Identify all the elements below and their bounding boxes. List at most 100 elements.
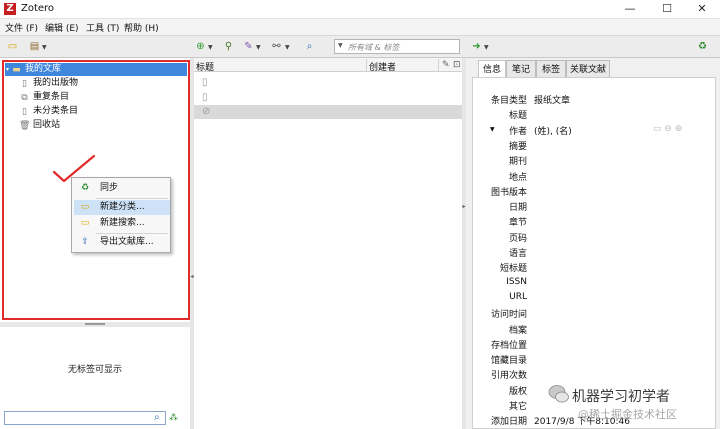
field-value[interactable]: 报纸文章 [534, 93, 570, 106]
library-item-my-library[interactable]: ▾ ▬ 我的文库 [5, 63, 187, 76]
new-collection-icon[interactable]: ▭ [6, 40, 19, 53]
field-label: 地点 [508, 173, 527, 183]
newspaper-icon: ⊘ [202, 106, 211, 117]
library-tree: ▾ ▬ 我的文库 ▯ 我的出版物 ⧉ 重复条目 ▯ 未分类条目 🗑 回收站 ♻ 同步 ▭ 新… [2, 60, 190, 320]
new-item-icon[interactable]: ⊕ [194, 40, 207, 53]
field-label: 语言 [508, 249, 527, 259]
unfiled-icon: ▯ [22, 107, 27, 117]
menu-separator [96, 233, 168, 234]
chevron-down-icon[interactable]: ▼ [484, 44, 489, 51]
add-by-identifier-icon[interactable]: ⚲ [222, 40, 235, 53]
field-label: 作者 [508, 127, 527, 137]
creator-actions-icon[interactable]: ▭ ⊖ ⊕ [653, 124, 682, 134]
column-separator[interactable] [438, 59, 439, 71]
toolbar: ▭ ▤ ▼ ⊕ ▼ ⚲ ✎ ▼ ⚯ ▼ ⌕ ▼ 所有域 & 标签 ➜ ▼ ♻ [0, 36, 720, 58]
tab-notes[interactable]: 笔记 [506, 60, 536, 78]
column-picker-icon[interactable]: ⊡ [453, 60, 461, 70]
library-item-publications[interactable]: ▯ 我的出版物 [19, 77, 78, 90]
field-label: 摘要 [508, 142, 527, 152]
chevron-down-icon[interactable]: ▼ [256, 44, 261, 51]
watermark: 机器学习初学者 @稀土掘金技术社区 [548, 384, 720, 424]
item-row[interactable]: ▯ [194, 91, 462, 105]
export-icon: ⇪ [81, 237, 89, 247]
library-item-duplicates[interactable]: ⧉ 重复条目 [19, 91, 69, 104]
menu-bar: 文件 (F) 编辑 (E) 工具 (T) 帮助 (H) [0, 19, 720, 36]
tab-related[interactable]: 关联文献 [566, 60, 610, 78]
splitter-grip[interactable] [85, 323, 105, 325]
field-label: 条目类型 [490, 96, 527, 106]
context-item-new-collection[interactable]: ▭ 新建分类... [74, 200, 170, 215]
field-label: URL [509, 292, 527, 302]
field-label: 图书版本 [490, 188, 527, 198]
locate-arrow-icon[interactable]: ➜ [470, 40, 483, 53]
field-label: 访问时间 [490, 310, 527, 320]
tag-actions-icon[interactable]: ⁂ [169, 411, 181, 425]
field-value[interactable]: (姓), (名) [534, 124, 572, 137]
chevron-down-icon[interactable]: ▼ [42, 44, 47, 51]
collapse-icon[interactable]: ▾ [6, 66, 9, 73]
library-item-trash[interactable]: 🗑 回收站 [19, 119, 60, 132]
field-label: 其它 [508, 402, 527, 412]
context-item-new-search[interactable]: ▭ 新建搜索... [74, 216, 170, 231]
new-search-icon: ▭ [80, 218, 90, 228]
field-label: 章节 [508, 218, 527, 228]
items-column-header: 标题 创建者 ✎ ⊡ [194, 58, 462, 73]
attachment-column-icon[interactable]: ✎ [442, 60, 450, 70]
items-pane: 标题 创建者 ✎ ⊡ ▯ ▯ ⊘ [194, 58, 462, 429]
new-collection-icon: ▭ [80, 202, 90, 212]
tag-selector-empty-text: 无标签可显示 [67, 365, 122, 375]
new-library-icon[interactable]: ▤ [28, 40, 41, 53]
menu-edit[interactable]: 编辑 (E) [45, 21, 79, 34]
library-item-unfiled[interactable]: ▯ 未分类条目 [19, 105, 78, 118]
document-icon: ▯ [202, 92, 208, 103]
field-label: 标题 [508, 111, 527, 121]
creator-type-dropdown-icon[interactable]: ▼ [490, 126, 495, 133]
new-note-icon[interactable]: ✎ [242, 40, 255, 53]
menu-separator [96, 198, 168, 199]
menu-tools[interactable]: 工具 (T) [86, 21, 119, 34]
collections-pane: ▾ ▬ 我的文库 ▯ 我的出版物 ⧉ 重复条目 ▯ 未分类条目 🗑 回收站 ♻ 同步 ▭ 新… [0, 58, 190, 429]
library-icon: ▬ [12, 65, 21, 75]
menu-help[interactable]: 帮助 (H) [124, 21, 159, 34]
watermark-text: 机器学习初学者 [572, 389, 670, 405]
context-item-export-library[interactable]: ⇪ 导出文献库... [74, 235, 170, 250]
context-item-sync[interactable]: ♻ 同步 [74, 181, 170, 196]
field-label: 页码 [508, 234, 527, 244]
attachment-icon[interactable]: ⚯ [270, 40, 283, 53]
field-label: 馆藏目录 [490, 356, 527, 366]
maximize-button[interactable]: ☐ [649, 0, 685, 19]
search-input[interactable]: ▼ 所有域 & 标签 [334, 39, 460, 54]
tab-info[interactable]: 信息 [478, 60, 506, 78]
tab-tags[interactable]: 标签 [536, 60, 566, 78]
field-label: 版权 [508, 387, 527, 397]
search-mode-dropdown-icon[interactable]: ▼ [338, 42, 343, 49]
item-pane: 信息 笔记 标签 关联文献 条目类型 报纸文章 标题作者 ▼ ▭ ⊖ ⊕ (姓), (名)… [466, 58, 720, 429]
field-label: 期刊 [508, 157, 527, 167]
advanced-search-icon[interactable]: ⌕ [303, 40, 316, 53]
tag-filter-input[interactable] [4, 411, 166, 425]
publications-icon: ▯ [22, 79, 27, 89]
info-panel: 条目类型 报纸文章 标题 作者 ▼ ▭ ⊖ ⊕ (姓), (名) 摘要 期刊 地点 图书版本 日期 章节… [472, 77, 716, 429]
sync-icon[interactable]: ♻ [696, 40, 709, 53]
column-separator[interactable] [366, 59, 367, 71]
column-title[interactable]: 标题 [196, 60, 214, 73]
field-label: 短标题 [499, 264, 527, 274]
document-icon: ▯ [202, 77, 208, 88]
field-label: ISSN [506, 277, 527, 287]
search-icon[interactable]: ⌕ [154, 411, 166, 425]
menu-file[interactable]: 文件 (F) [5, 21, 38, 34]
field-label: 添加日期 [490, 417, 527, 427]
trash-icon: 🗑 [19, 121, 31, 131]
item-tabs: 信息 笔记 标签 关联文献 [472, 60, 714, 78]
minimize-button[interactable]: — [612, 0, 648, 19]
duplicates-icon: ⧉ [21, 93, 28, 103]
item-row[interactable]: ⊘ [194, 105, 462, 119]
zotero-logo-icon: Z [4, 3, 16, 15]
window-title: Zotero [21, 3, 55, 14]
chevron-down-icon[interactable]: ▼ [285, 44, 290, 51]
chevron-down-icon[interactable]: ▼ [208, 44, 213, 51]
column-creator[interactable]: 创建者 [369, 60, 396, 73]
field-label: 存档位置 [490, 341, 527, 351]
close-button[interactable]: ✕ [684, 0, 720, 19]
item-row[interactable]: ▯ [194, 76, 462, 90]
